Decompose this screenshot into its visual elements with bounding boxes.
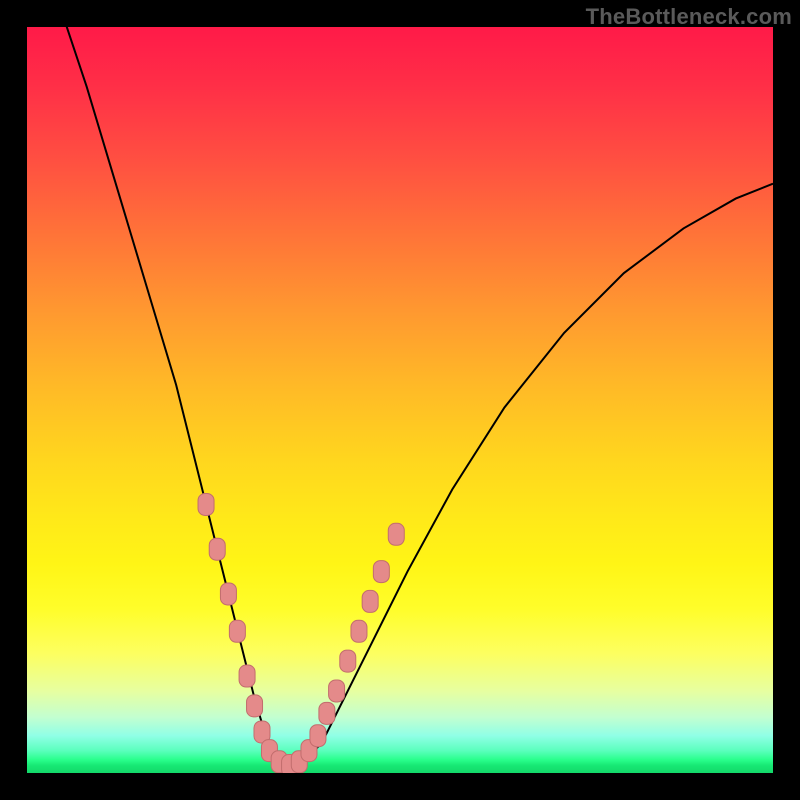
data-marker: [319, 702, 335, 724]
chart-svg: [27, 27, 773, 773]
bottleneck-curve: [64, 27, 773, 766]
data-marker: [229, 620, 245, 642]
data-marker: [310, 725, 326, 747]
data-marker: [198, 493, 214, 515]
data-marker: [247, 695, 263, 717]
data-marker: [329, 680, 345, 702]
data-marker: [373, 561, 389, 583]
chart-frame: TheBottleneck.com: [0, 0, 800, 800]
data-marker: [351, 620, 367, 642]
data-marker: [220, 583, 236, 605]
data-marker: [362, 590, 378, 612]
data-marker: [340, 650, 356, 672]
data-marker: [239, 665, 255, 687]
marker-group: [198, 493, 404, 773]
data-marker: [388, 523, 404, 545]
plot-area: [27, 27, 773, 773]
data-marker: [209, 538, 225, 560]
